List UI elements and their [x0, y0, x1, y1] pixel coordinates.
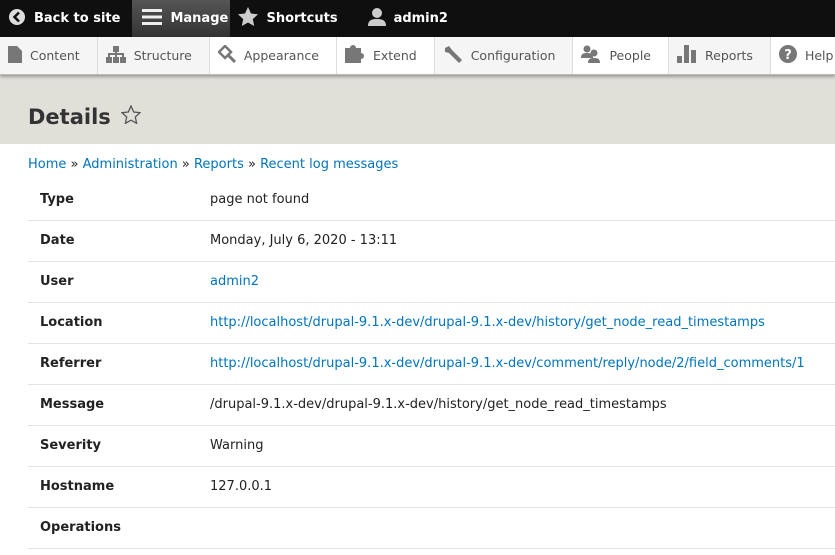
- log-details-table: Type page not found Date Monday, July 6, 20…: [28, 179, 835, 549]
- user-icon: [367, 7, 386, 30]
- paintbrush-icon: [217, 44, 236, 66]
- detail-label: Date: [28, 220, 210, 262]
- detail-value: Monday, July 6, 2020 - 13:11: [210, 220, 835, 262]
- page-title: Details: [28, 105, 111, 129]
- page-header: Details: [0, 75, 835, 144]
- detail-value: http://localhost/drupal-9.1.x-dev/drupal…: [210, 302, 835, 344]
- detail-label: Location: [28, 302, 210, 344]
- detail-value: Warning: [210, 425, 835, 467]
- tray-item-extend[interactable]: Extend: [337, 37, 435, 74]
- star-outline-icon[interactable]: [120, 104, 142, 129]
- detail-label: Severity: [28, 425, 210, 467]
- detail-value: http://localhost/drupal-9.1.x-dev/drupal…: [210, 343, 835, 385]
- table-row: Date Monday, July 6, 2020 - 13:11: [28, 220, 835, 262]
- detail-value: [210, 507, 835, 549]
- table-row: Location http://localhost/drupal-9.1.x-de…: [28, 302, 835, 344]
- back-to-site-link[interactable]: Back to site: [0, 0, 132, 37]
- shortcuts-tab[interactable]: Shortcuts: [230, 0, 349, 37]
- tray-item-content[interactable]: Content: [0, 37, 98, 74]
- detail-value: 127.0.0.1: [210, 466, 835, 508]
- table-row: Severity Warning: [28, 425, 835, 467]
- people-icon: [581, 45, 601, 66]
- table-row: Message/drupal-9.1.x-dev/drupal-9.1.x-de…: [28, 384, 835, 426]
- detail-label: Operations: [28, 507, 210, 549]
- file-icon: [8, 45, 22, 66]
- breadcrumb-recent-log-messages[interactable]: Recent log messages: [260, 157, 398, 172]
- breadcrumb-reports[interactable]: Reports: [194, 157, 244, 172]
- user-tab[interactable]: admin2: [350, 0, 460, 37]
- breadcrumb: Home » Administration » Reports » Recent…: [28, 157, 399, 172]
- admin-toolbar: Back to site Manage Shortcuts admin2: [0, 0, 835, 37]
- chevron-left-icon: [8, 8, 26, 30]
- table-row: Type page not found: [28, 179, 835, 221]
- menu-icon: [142, 8, 163, 29]
- star-icon: [238, 7, 259, 30]
- table-row: User admin2: [28, 261, 835, 303]
- breadcrumb-home[interactable]: Home: [28, 157, 66, 172]
- detail-label: Referrer: [28, 343, 210, 385]
- tray-item-help[interactable]: ? Help: [771, 37, 835, 74]
- tray-item-reports[interactable]: Reports: [669, 37, 771, 74]
- sitemap-icon: [105, 45, 126, 66]
- detail-link[interactable]: http://localhost/drupal-9.1.x-dev/drupal…: [210, 315, 765, 330]
- detail-value: page not found: [210, 179, 835, 221]
- tray-item-people[interactable]: People: [573, 37, 669, 74]
- detail-label: User: [28, 261, 210, 303]
- detail-label: Type: [28, 179, 210, 221]
- tray-item-configuration[interactable]: Configuration: [434, 37, 574, 74]
- puzzle-icon: [344, 45, 365, 66]
- manage-tab[interactable]: Manage: [132, 0, 231, 37]
- tray-item-structure[interactable]: Structure: [97, 37, 210, 74]
- manage-tray: Content Structure Appearance Extend Conf…: [0, 37, 835, 75]
- detail-label: Message: [28, 384, 210, 426]
- breadcrumb-administration[interactable]: Administration: [83, 157, 178, 172]
- svg-text:?: ?: [784, 48, 792, 63]
- detail-link[interactable]: http://localhost/drupal-9.1.x-dev/drupal…: [210, 356, 805, 371]
- help-icon: ?: [778, 45, 797, 66]
- table-row: Hostname 127.0.0.1: [28, 466, 835, 508]
- detail-label: Hostname: [28, 466, 210, 508]
- wrench-icon: [443, 45, 463, 66]
- detail-value: admin2: [210, 261, 835, 303]
- table-row: Operations: [28, 507, 835, 549]
- detail-link[interactable]: admin2: [210, 274, 259, 289]
- bar-chart-icon: [677, 45, 697, 66]
- detail-value: /drupal-9.1.x-dev/drupal-9.1.x-dev/histo…: [210, 384, 835, 426]
- table-row: Referrer http://localhost/drupal-9.1.x-de…: [28, 343, 835, 385]
- tray-item-appearance[interactable]: Appearance: [210, 37, 337, 74]
